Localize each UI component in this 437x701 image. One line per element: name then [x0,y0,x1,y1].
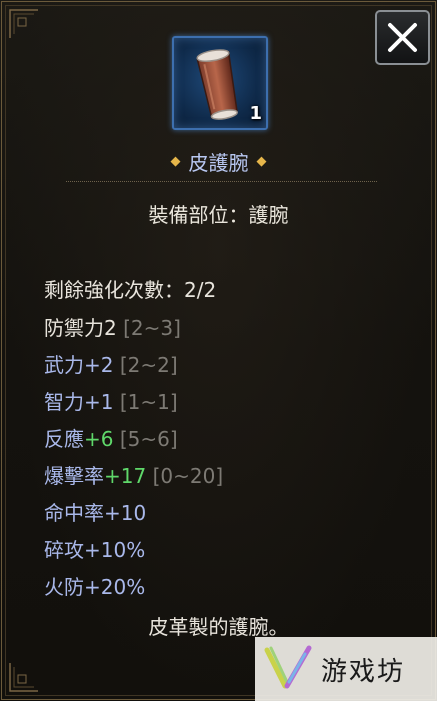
corner-ornament-icon [9,663,38,692]
pierce-label: 碎攻+10% [44,538,146,562]
fire-res-stat: 火防+20% [44,569,223,606]
crit-range: [0~20] [152,464,224,488]
enhance-count: 剩餘強化次數：2/2 [44,271,223,310]
crit-bonus: +17 [104,464,147,488]
reflex-bonus: +6 [84,427,114,451]
defense-stat: 防禦力2 [2~3] [44,310,223,347]
reflex-range: [5~6] [119,427,178,451]
close-button[interactable] [375,10,430,65]
pierce-stat: 碎攻+10% [44,532,223,569]
item-name-row: ◆ 皮護腕 ◆ [0,146,437,176]
defense-label: 防禦力2 [44,316,117,340]
defense-range: [2~3] [123,316,181,340]
watermark: 游戏坊 [255,637,437,701]
close-icon [388,23,417,52]
intellect-range: [1~1] [119,390,178,414]
watermark-logo-icon [264,645,312,689]
martial-stat: 武力+2 [2~2] [44,347,223,384]
crit-label: 爆擊率 [44,464,104,488]
crit-stat: 爆擊率+17 [0~20] [44,458,223,495]
martial-label: 武力+2 [44,353,114,377]
diamond-icon: ◆ [170,153,181,169]
diamond-icon: ◆ [256,153,267,169]
item-tooltip-panel: 1 ◆ 皮護腕 ◆ 裝備部位：護腕 剩餘強化次數：2/2 防禦力2 [2~3] … [0,0,437,701]
reflex-label: 反應 [44,427,84,451]
separator-line [66,181,377,182]
accuracy-stat: 命中率+10 [44,495,223,532]
fire-res-label: 火防+20% [44,575,146,599]
martial-range: [2~2] [119,353,178,377]
stats-list: 剩餘強化次數：2/2 防禦力2 [2~3] 武力+2 [2~2] 智力+1 [1… [44,271,223,606]
intellect-stat: 智力+1 [1~1] [44,384,223,421]
watermark-text: 游戏坊 [321,656,406,687]
bracer-icon [196,49,238,120]
accuracy-label: 命中率+10 [44,501,147,525]
reflex-stat: 反應+6 [5~6] [44,421,223,458]
corner-ornament-icon [9,9,38,38]
equip-slot-text: 裝備部位：護腕 [148,203,289,227]
enhance-label: 剩餘強化次數：2/2 [44,278,217,302]
item-name: 皮護腕 [188,150,249,175]
item-slot[interactable]: 1 [172,36,268,130]
item-count: 1 [249,103,262,124]
intellect-label: 智力+1 [44,390,114,414]
